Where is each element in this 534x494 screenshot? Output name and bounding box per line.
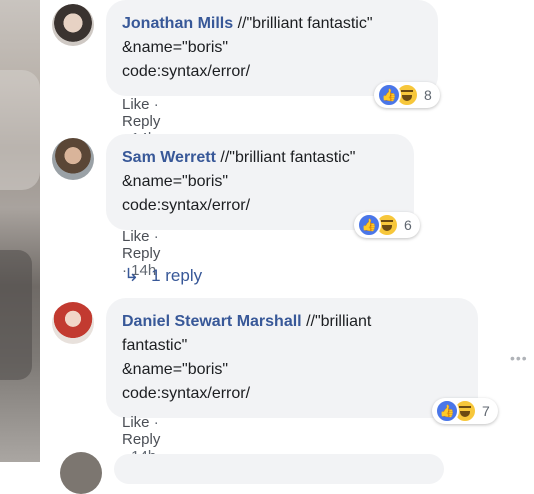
separator: · [149, 414, 159, 431]
like-reaction-icon: 👍 [435, 399, 459, 423]
reply-count-label[interactable]: 1 reply [151, 266, 202, 286]
more-options-icon[interactable]: ••• [510, 350, 528, 366]
comment-bubble: Daniel Stewart Marshall //"brilliant fan… [106, 298, 478, 418]
background-photo [0, 0, 40, 462]
reaction-count: 6 [404, 217, 412, 233]
reply-arrow-icon: ↳ [124, 265, 140, 285]
like-reaction-icon: 👍 [377, 83, 401, 107]
avatar[interactable] [52, 138, 94, 180]
reaction-count: 8 [424, 87, 432, 103]
reply-link[interactable]: Reply [122, 431, 160, 448]
separator: · [149, 228, 159, 245]
like-reaction-icon: 👍 [357, 213, 381, 237]
like-link[interactable]: Like [122, 96, 150, 113]
avatar[interactable] [60, 452, 102, 494]
reaction-summary[interactable]: 👍 6 [354, 212, 420, 238]
separator: · [149, 96, 159, 113]
avatar[interactable] [52, 302, 94, 344]
comment-author[interactable]: Jonathan Mills [122, 15, 233, 32]
comment-author[interactable]: Daniel Stewart Marshall [122, 313, 302, 330]
reaction-summary[interactable]: 👍 7 [432, 398, 498, 424]
reaction-summary[interactable]: 👍 8 [374, 82, 440, 108]
avatar[interactable] [52, 4, 94, 46]
comment-bubble [114, 454, 444, 484]
photo-shape [0, 70, 40, 190]
reply-link[interactable]: Reply [122, 245, 160, 262]
like-link[interactable]: Like [122, 414, 150, 431]
comment-author[interactable]: Sam Werrett [122, 149, 216, 166]
photo-shape [0, 250, 32, 380]
reply-link[interactable]: Reply [122, 113, 160, 130]
like-link[interactable]: Like [122, 228, 150, 245]
view-replies-link[interactable]: ↳ 1 reply [124, 265, 202, 286]
reaction-count: 7 [482, 403, 490, 419]
